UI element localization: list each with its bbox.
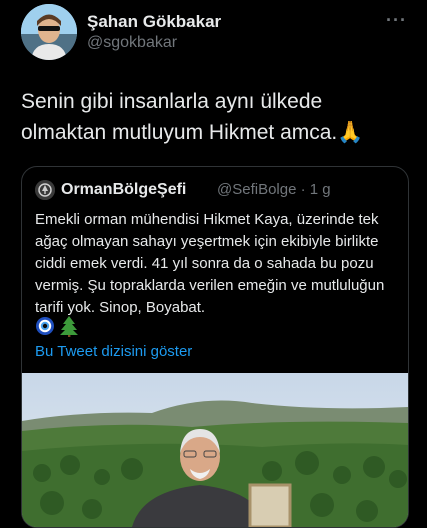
tweet-media-image[interactable] xyxy=(22,373,408,527)
quoted-tweet-text: Emekli orman mühendisi Hikmet Kaya, üzer… xyxy=(35,211,385,316)
author-avatar[interactable] xyxy=(21,4,77,60)
evil-eye-tree-emoji xyxy=(35,315,81,337)
tweet-text: Senin gibi insanlarla aynı ülkede olmakt… xyxy=(21,90,364,144)
quoted-author-name[interactable]: OrmanBölgeŞefi xyxy=(61,181,186,199)
quoted-tweet[interactable]: OrmanBölgeŞefi @SefiBolge · 1 g Emekli o… xyxy=(21,166,409,528)
quoted-author-handle: @SefiBolge · 1 g xyxy=(217,181,331,198)
tweet-header: Şahan Gökbakar @sgokbakar ··· xyxy=(0,0,427,70)
show-thread-link[interactable]: Bu Tweet dizisini göster xyxy=(35,343,192,360)
author-handle[interactable]: @sgokbakar xyxy=(87,34,177,52)
author-display-name[interactable]: Şahan Gökbakar xyxy=(87,12,221,32)
quoted-author-avatar[interactable] xyxy=(35,180,55,200)
more-icon[interactable]: ··· xyxy=(386,10,407,31)
